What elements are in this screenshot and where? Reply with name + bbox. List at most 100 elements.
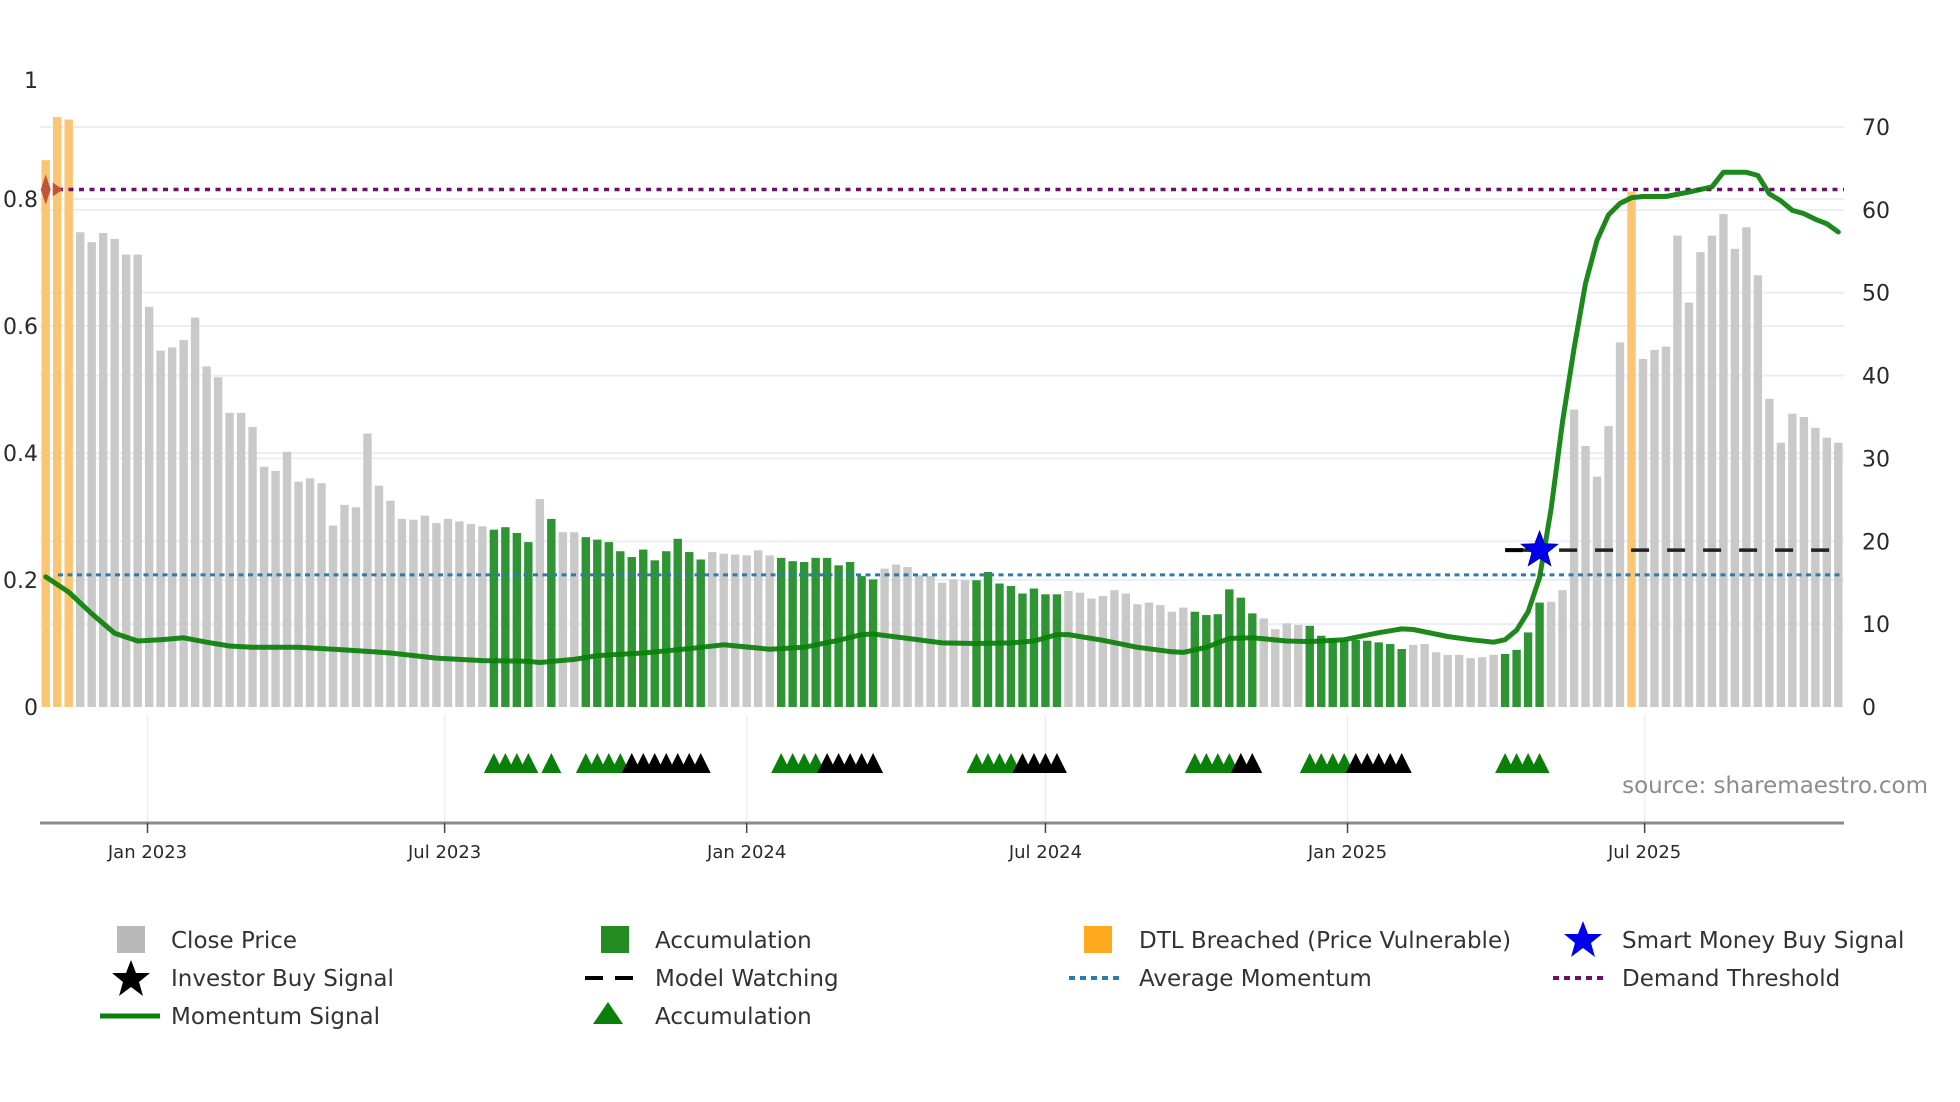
green-triangle-icon [593,1002,623,1024]
close-price-bar [1661,346,1671,707]
chart: Jan 2023 Jul 2023 Jan 2024 Jul 2024 Jan 2025… [3,69,1928,1030]
right-tick-label: 20 [1862,530,1890,555]
close-price-bar [213,377,223,707]
close-price-bar [144,306,154,707]
close-price-bar [478,526,487,707]
x-tick-label: Jul 2025 [1607,842,1681,863]
close-price-bar [765,555,774,707]
accumulation-bar [1523,632,1533,707]
legend-item-accumulation-marker: Accumulation [593,1002,812,1030]
close-price-bar [294,481,303,707]
close-price-bar [1604,426,1613,707]
legend-label: DTL Breached (Price Vulnerable) [1139,928,1511,954]
legend-item-momentum-signal: Momentum Signal [100,1004,380,1030]
close-price-bar [1811,427,1820,707]
close-price-bar [202,366,211,707]
close-price-bar [1121,593,1131,707]
close-price-bar [1179,607,1188,707]
right-tick-label: 40 [1862,365,1890,390]
right-tick-label: 30 [1862,447,1890,472]
close-price-bar [1144,602,1154,707]
legend-label: Investor Buy Signal [171,966,394,992]
legend-label: Accumulation [655,1004,812,1030]
accumulation-bar [1029,588,1039,707]
close-price-bar [1133,604,1142,707]
dtl-breached-bar [41,160,50,708]
close-price-bar [466,523,476,707]
legend-label: Close Price [171,928,297,954]
accumulation-bar [1202,615,1211,707]
accumulation-bar [627,557,636,707]
accumulation-bar [776,557,786,707]
close-price-bar [742,555,751,707]
dtl-breached-bar [53,117,62,708]
smart-money-buy-star [1520,529,1559,567]
legend-item-demand-threshold: Demand Threshold [1553,966,1840,992]
close-price-bar [98,233,108,708]
accumulation-bar [1512,649,1521,707]
close-price-bar [374,485,384,707]
close-price-bar [1546,601,1556,707]
close-price-bar [455,521,464,707]
right-tick-label: 0 [1862,696,1876,721]
accumulation-bar [1500,653,1510,707]
accumulation-bar [1374,642,1383,707]
legend-label: Momentum Signal [171,1004,380,1030]
right-tick-label: 50 [1862,282,1890,307]
close-price-bar [1696,252,1705,707]
accumulation-bar [811,557,820,707]
close-price-bar [225,412,234,707]
close-price-bar [1431,652,1441,707]
close-price-bar [1719,214,1728,707]
accumulation-bar [650,560,659,707]
legend-item-investor-buy: Investor Buy Signal [112,960,394,996]
close-price-bar [351,507,361,707]
legend-item-average-momentum: Average Momentum [1069,966,1372,992]
close-price-bar [1259,618,1268,707]
accumulation-bar [1385,644,1395,707]
source-caption: source: sharemaestro.com [1622,773,1928,799]
accumulation-bar [524,542,533,707]
close-price-bar [397,518,407,707]
accumulation-bar [1006,586,1016,707]
close-price-bar [1477,657,1487,707]
accumulation-bar [1213,614,1223,707]
close-price-bar [156,350,165,707]
close-price-bar [75,232,85,707]
close-price-bar [167,347,177,707]
close-price-bar [1822,437,1832,707]
left-tick-label: 0 [24,696,38,721]
accumulation-bar [1041,594,1050,707]
close-price-bar [1753,275,1763,707]
accumulation-bar [788,561,797,707]
accumulation-bar [512,533,522,707]
accumulation-bar [673,538,682,707]
close-price-bar [1489,654,1498,707]
close-price-bar [1650,349,1659,707]
legend-item-model-watching: Model Watching [585,966,839,992]
dtl-breached-bar [64,119,73,708]
accumulation-bar [1328,638,1337,707]
close-price-bar [1110,590,1119,707]
legend-item-close-price: Close Price [117,926,297,954]
close-price-bar [420,515,430,707]
close-price-bar [271,470,280,707]
close-price-bar [1581,446,1590,707]
close-price-bar [1064,591,1073,707]
left-tick-label: 1 [24,69,38,94]
x-tick-label: Jul 2024 [1008,842,1082,863]
legend: Close Price Accumulation DTL Breached (P… [100,921,1904,1030]
accumulation-bar [1248,613,1257,707]
accumulation-bar [1317,635,1326,707]
close-price-bar [535,499,545,707]
legend-item-accumulation-bar: Accumulation [601,926,812,954]
accumulation-bar [857,576,866,707]
accumulation-bar [983,571,993,707]
accumulation-bar [1052,594,1062,707]
left-tick-label: 0.4 [3,442,38,467]
gray-square-icon [117,926,145,953]
accumulation-bar [1397,649,1406,707]
left-tick-label: 0.8 [3,188,38,213]
accumulation-bar [834,565,843,707]
close-price-bar [1156,605,1165,707]
